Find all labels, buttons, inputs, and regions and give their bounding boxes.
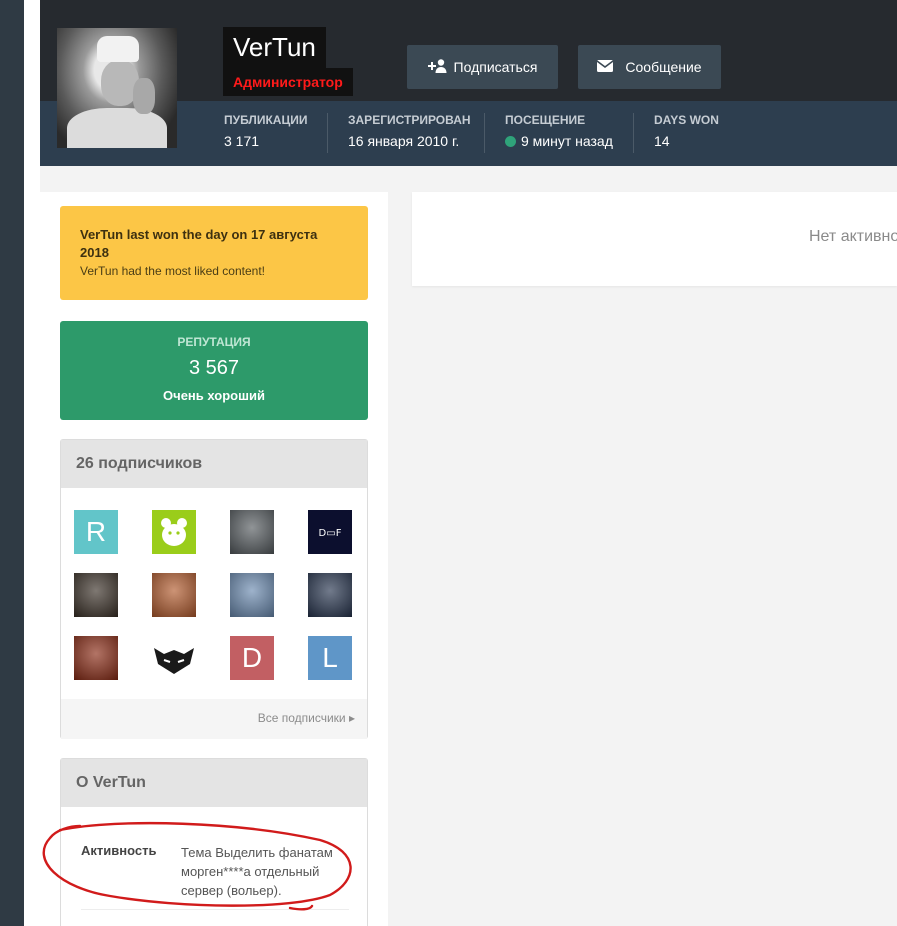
stat-label: Days Won <box>654 113 719 127</box>
empty-activity-text: Нет активно <box>809 228 897 245</box>
stat-posts: Публикации 3 171 <box>204 113 307 153</box>
follower-avatar[interactable]: D▭F <box>308 510 352 554</box>
follower-avatar[interactable]: L <box>308 636 352 680</box>
reputation-value: 3 567 <box>188 357 240 379</box>
about-title: О VerTun <box>61 759 367 807</box>
follower-avatar[interactable] <box>230 510 274 554</box>
photo-helmet-icon <box>74 573 118 617</box>
stat-label: Зарегистрирован <box>348 113 471 127</box>
follower-avatar[interactable]: R <box>74 510 118 554</box>
reputation-description: Очень хороший <box>163 388 265 403</box>
days-won-notice: VerTun last won the day on 17 августа 20… <box>60 206 368 300</box>
followers-title: 26 подписчиков <box>61 440 367 488</box>
message-label: Сообщение <box>625 59 702 75</box>
df-logo-icon: D▭F <box>308 510 352 554</box>
follower-avatar[interactable] <box>152 510 196 554</box>
followers-widget: 26 подписчиков R D▭F D L Все подписчики ▸ <box>60 439 368 739</box>
follower-avatar[interactable]: D <box>230 636 274 680</box>
stat-value: 14 <box>654 133 670 149</box>
stat-days-won: Days Won 14 <box>633 113 719 153</box>
stat-label: Посещение <box>505 113 586 127</box>
add-user-icon <box>427 58 448 76</box>
profile-username: VerTun <box>223 27 326 68</box>
days-won-subtitle: VerTun had the most liked content! <box>80 264 265 278</box>
photo-spartan-icon <box>74 636 118 680</box>
reputation-card: Репутация 3 567 Очень хороший <box>60 321 368 420</box>
photo-plane-icon <box>230 573 274 617</box>
caret-right-icon: ▸ <box>348 711 355 725</box>
follower-avatar[interactable] <box>74 636 118 680</box>
activity-value[interactable]: Тема Выделить фанатам морген****а отдель… <box>181 843 351 900</box>
follower-avatar[interactable] <box>152 573 196 617</box>
photo-face-icon <box>152 573 196 617</box>
svg-text:D▭F: D▭F <box>319 528 342 539</box>
stat-value: 16 января 2010 г. <box>348 133 460 149</box>
about-activity-row: Активность Тема Выделить фанатам морген*… <box>81 843 351 900</box>
all-followers-link[interactable]: Все подписчики ▸ <box>61 699 367 739</box>
photo-pilot-icon <box>308 573 352 617</box>
stat-last-visited: Посещение 9 минут назад <box>484 113 613 153</box>
online-status-icon <box>505 135 516 147</box>
profile-group: Администратор <box>223 68 353 96</box>
message-button[interactable]: Сообщение <box>578 45 721 89</box>
follower-avatar[interactable] <box>230 573 274 617</box>
photo-man-icon <box>230 510 274 554</box>
envelope-icon <box>596 59 614 75</box>
cat-mask-icon <box>152 636 196 680</box>
profile-avatar[interactable] <box>57 28 177 148</box>
rail-gap <box>24 0 40 926</box>
follower-initial: L <box>322 642 338 673</box>
follower-avatar[interactable] <box>308 573 352 617</box>
follower-initial: D <box>241 642 263 673</box>
follower-initial: R <box>85 516 107 547</box>
days-won-title: VerTun last won the day on 17 августа 20… <box>80 227 318 260</box>
bear-icon <box>152 510 196 554</box>
stat-label: Публикации <box>224 113 308 127</box>
activity-label: Активность <box>81 843 157 858</box>
reputation-label: Репутация <box>177 335 251 349</box>
follower-avatar[interactable] <box>152 636 196 680</box>
stat-value: 3 171 <box>224 133 260 149</box>
follow-label: Подписаться <box>453 59 538 75</box>
activity-panel: Нет активно <box>412 192 897 286</box>
all-followers-label: Все подписчики <box>257 711 346 725</box>
stat-value: 9 минут назад <box>521 133 613 149</box>
stat-joined: Зарегистрирован 16 января 2010 г. <box>327 113 471 153</box>
about-widget: О VerTun Активность Тема Выделить фаната… <box>60 758 368 926</box>
follow-button[interactable]: Подписаться <box>407 45 558 89</box>
left-rail <box>0 0 24 926</box>
follower-avatar[interactable] <box>74 573 118 617</box>
divider <box>81 909 349 910</box>
